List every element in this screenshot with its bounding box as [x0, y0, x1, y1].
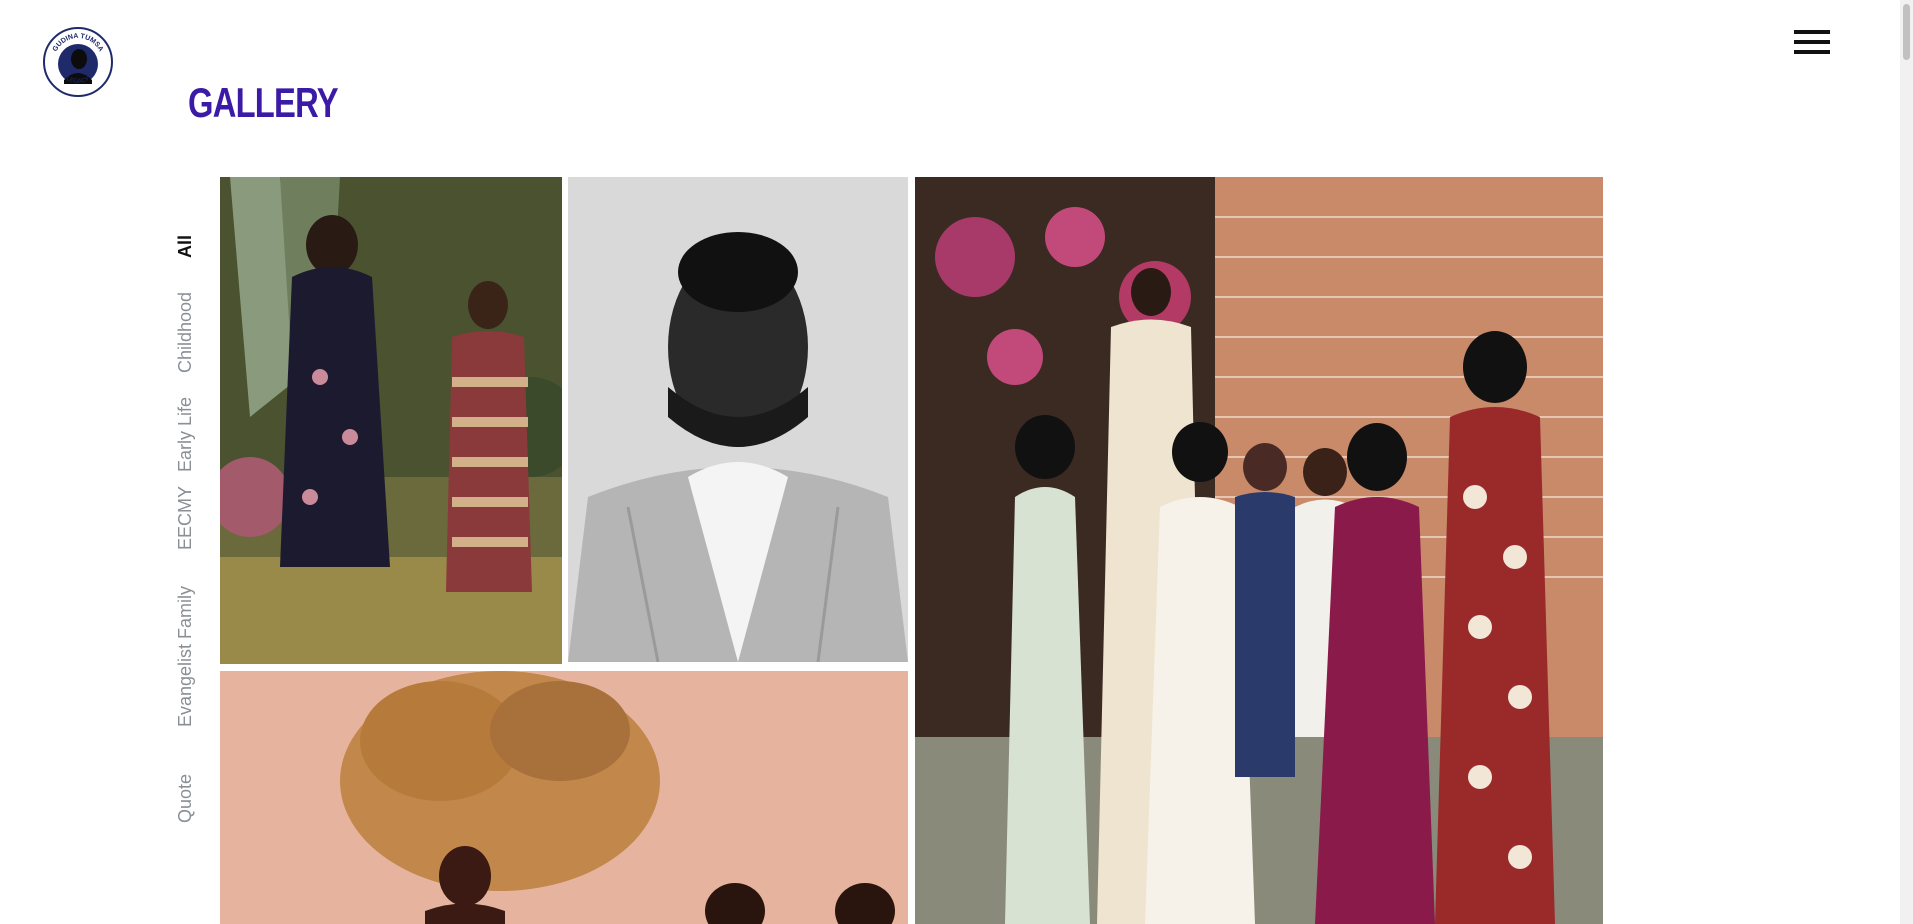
- photo-mother-and-daughter-garden[interactable]: [220, 177, 562, 664]
- scrollbar-thumb[interactable]: [1903, 4, 1910, 60]
- photo-group-outdoors-tree[interactable]: [220, 671, 908, 924]
- menu-bar: [1794, 40, 1830, 44]
- page-title: GALLERY: [188, 79, 339, 126]
- photo-image: [220, 671, 908, 924]
- filter-evangelist-family[interactable]: Evangelist Family: [174, 586, 196, 727]
- photo-image: [915, 177, 1603, 924]
- photo-image: [568, 177, 908, 662]
- filter-eecmy[interactable]: EECMY: [174, 486, 196, 550]
- page-scrollbar[interactable]: [1900, 0, 1913, 924]
- gallery-filter-nav: All Childhood Early Life EECMY Evangelis…: [0, 0, 195, 924]
- photo-family-group-brick-wall[interactable]: [915, 177, 1603, 924]
- filter-all[interactable]: All: [174, 235, 196, 258]
- photo-image: [220, 177, 562, 664]
- hamburger-icon[interactable]: [1794, 28, 1830, 58]
- filter-childhood[interactable]: Childhood: [174, 292, 196, 373]
- photo-portrait-man-black-white[interactable]: [568, 177, 908, 662]
- filter-quote[interactable]: Quote: [174, 774, 196, 823]
- filter-early-life[interactable]: Early Life: [174, 397, 196, 472]
- menu-bar: [1794, 30, 1830, 34]
- gallery-page: GUDINA TUMSA LEGACY GALLERY All Childhoo…: [0, 0, 1913, 924]
- menu-bar: [1794, 50, 1830, 54]
